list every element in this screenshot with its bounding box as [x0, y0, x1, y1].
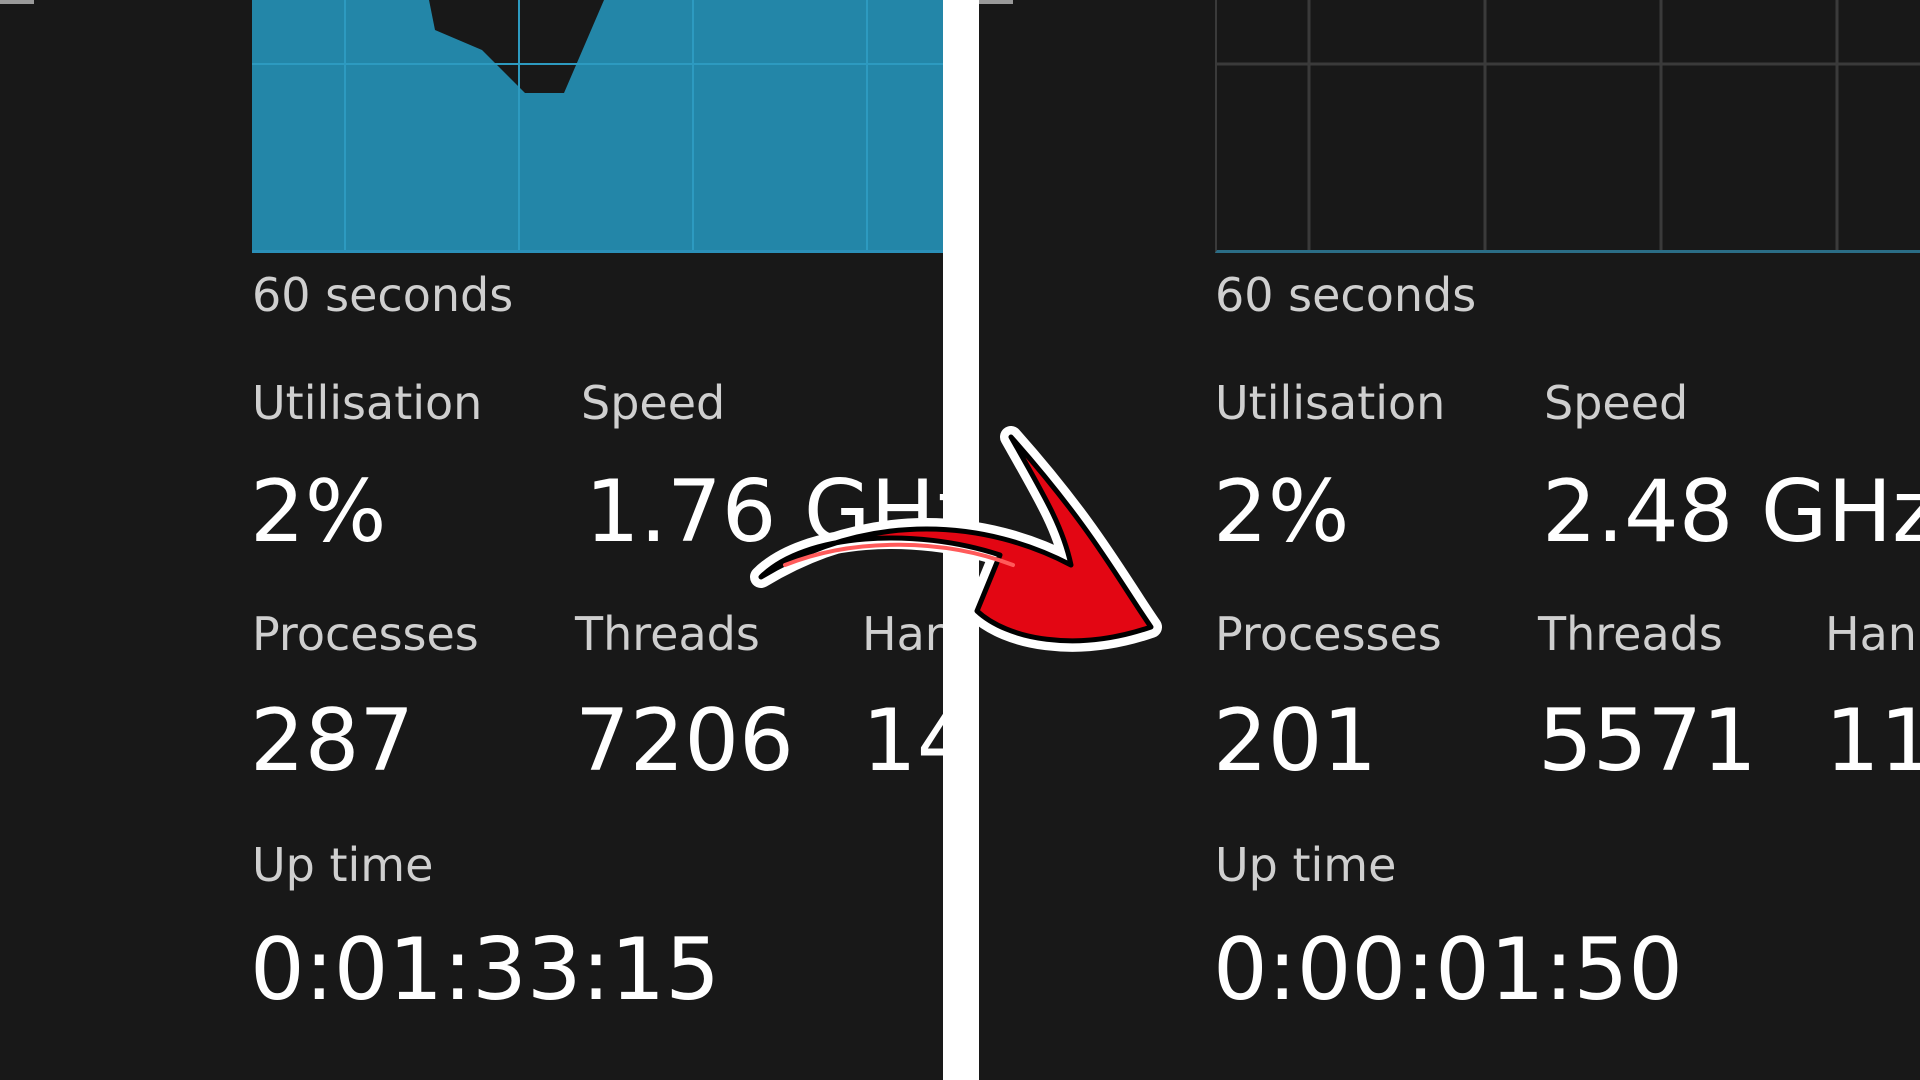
handles-label: Han: [1825, 607, 1917, 661]
speed-label: Speed: [1544, 376, 1689, 430]
curved-arrow-right-icon: [750, 426, 1162, 652]
utilisation-label: Utilisation: [1215, 376, 1446, 430]
utilisation-value: 2%: [1213, 462, 1350, 562]
speed-value: 2.48 GHz: [1542, 462, 1920, 562]
uptime-value: 0:01:33:15: [250, 920, 720, 1020]
cpu-utilisation-graph: [252, 0, 943, 253]
uptime-label: Up time: [1215, 838, 1397, 892]
processes-value: 201: [1213, 691, 1378, 791]
uptime-label: Up time: [252, 838, 434, 892]
threads-label: Threads: [1538, 607, 1723, 661]
utilisation-label: Utilisation: [252, 376, 483, 430]
cpu-utilisation-graph: [1215, 0, 1920, 253]
threads-label: Threads: [575, 607, 760, 661]
window-edge-mark: [979, 0, 1013, 4]
threads-value: 5571: [1538, 691, 1757, 791]
handles-value: 11: [1825, 691, 1920, 791]
time-span-label: 60 seconds: [252, 268, 514, 322]
speed-label: Speed: [581, 376, 726, 430]
window-edge-mark: [0, 0, 34, 4]
processes-label: Processes: [252, 607, 479, 661]
time-span-label: 60 seconds: [1215, 268, 1477, 322]
processes-label: Processes: [1215, 607, 1442, 661]
cpu-graph-svg: [1217, 0, 1920, 250]
cpu-graph-area: [252, 0, 943, 250]
utilisation-value: 2%: [250, 462, 387, 562]
uptime-value: 0:00:01:50: [1213, 920, 1683, 1020]
threads-value: 7206: [575, 691, 794, 791]
handles-value: 14: [862, 691, 943, 791]
processes-value: 287: [250, 691, 415, 791]
cpu-graph-svg: [252, 0, 943, 250]
